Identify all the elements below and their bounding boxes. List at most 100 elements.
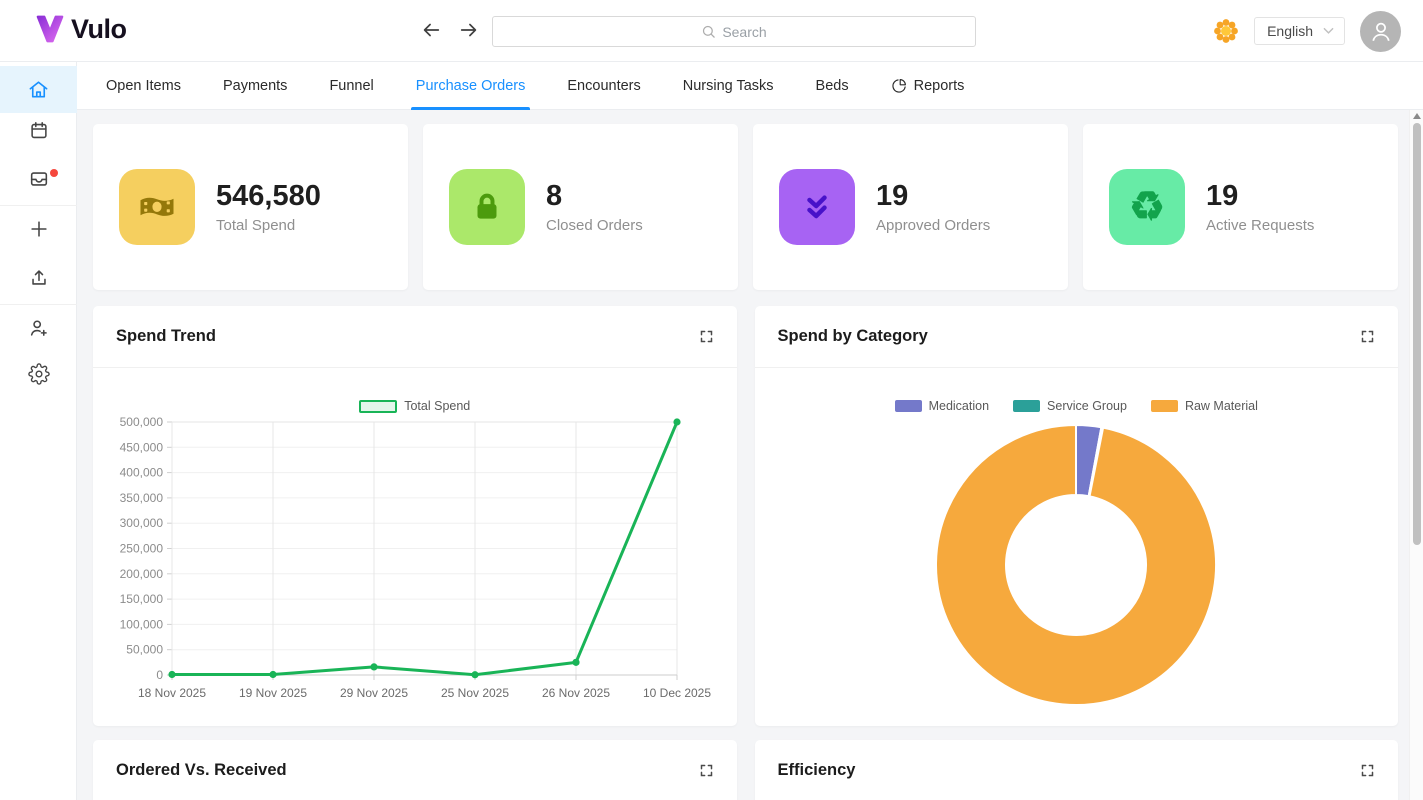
- svg-text:350,000: 350,000: [120, 491, 164, 505]
- app-name: Vulo: [71, 14, 127, 45]
- logo-v-icon: [34, 13, 66, 45]
- legend-swatch: [359, 400, 397, 413]
- expand-icon[interactable]: [1360, 329, 1375, 344]
- spend-by-category-donut-chart: [755, 414, 1397, 716]
- sidebar-divider: [0, 205, 77, 206]
- expand-icon[interactable]: [1360, 763, 1375, 778]
- legend-label: Raw Material: [1185, 399, 1258, 413]
- sidebar-item-inbox[interactable]: [0, 157, 77, 201]
- stat-label: Active Requests: [1206, 217, 1314, 234]
- forward-arrow-button[interactable]: [458, 19, 480, 41]
- svg-text:100,000: 100,000: [120, 617, 164, 631]
- main-content: 546,580 Total Spend 8 Closed Orders: [77, 110, 1423, 800]
- inbox-icon: [28, 168, 50, 190]
- stat-label: Total Spend: [216, 217, 321, 234]
- plus-icon: [28, 218, 50, 240]
- recycle-icon: ♻: [1109, 169, 1185, 245]
- svg-text:0: 0: [156, 668, 163, 682]
- svg-text:300,000: 300,000: [120, 516, 164, 530]
- vertical-scrollbar[interactable]: [1409, 110, 1423, 800]
- legend-item[interactable]: Service Group: [1013, 399, 1127, 413]
- svg-text:50,000: 50,000: [126, 643, 163, 657]
- legend-label: Total Spend: [404, 399, 470, 413]
- panel-title: Efficiency: [778, 761, 856, 780]
- sidebar-item-settings[interactable]: [0, 352, 77, 396]
- ordered-vs-received-panel: Ordered Vs. Received: [93, 740, 737, 800]
- tab-beds[interactable]: Beds: [795, 62, 870, 109]
- svg-text:10 Dec 2025: 10 Dec 2025: [643, 686, 711, 700]
- panel-title: Spend by Category: [778, 327, 928, 346]
- svg-text:400,000: 400,000: [120, 466, 164, 480]
- svg-text:500,000: 500,000: [120, 415, 164, 429]
- scrollbar-thumb[interactable]: [1413, 123, 1421, 545]
- user-avatar[interactable]: [1360, 11, 1401, 52]
- tab-purchase-orders[interactable]: Purchase Orders: [395, 62, 547, 109]
- back-arrow-button[interactable]: [420, 19, 442, 41]
- expand-icon[interactable]: [699, 329, 714, 344]
- search-input[interactable]: [492, 16, 976, 47]
- spend-by-category-panel: Spend by Category Medication Service Grou…: [755, 306, 1399, 726]
- lock-icon: [449, 169, 525, 245]
- legend-item[interactable]: Total Spend: [359, 399, 470, 413]
- stat-value: 19: [876, 180, 990, 213]
- svg-text:18 Nov 2025: 18 Nov 2025: [138, 686, 206, 700]
- tab-bar: Open Items Payments Funnel Purchase Orde…: [77, 62, 1423, 110]
- home-icon: [27, 78, 50, 101]
- stat-cards-row: 546,580 Total Spend 8 Closed Orders: [93, 124, 1398, 290]
- legend-item[interactable]: Raw Material: [1151, 399, 1258, 413]
- sidebar-item-add-user[interactable]: [0, 306, 77, 350]
- legend-label: Service Group: [1047, 399, 1127, 413]
- tab-funnel[interactable]: Funnel: [308, 62, 394, 109]
- sidebar-item-add[interactable]: [0, 207, 77, 251]
- legend-swatch: [895, 400, 922, 412]
- tab-nursing-tasks[interactable]: Nursing Tasks: [662, 62, 795, 109]
- unread-badge: [50, 169, 58, 177]
- legend-swatch: [1151, 400, 1178, 412]
- sidebar-item-calendar[interactable]: [0, 109, 77, 153]
- stat-value: 8: [546, 180, 643, 213]
- upload-icon: [28, 267, 50, 289]
- stat-card-active-requests: ♻ 19 Active Requests: [1083, 124, 1398, 290]
- tab-reports[interactable]: Reports: [870, 62, 986, 109]
- efficiency-panel: Efficiency: [755, 740, 1399, 800]
- language-selector[interactable]: English: [1254, 17, 1345, 45]
- pie-chart-legend: Medication Service Group Raw Material: [755, 398, 1399, 414]
- legend-swatch: [1013, 400, 1040, 412]
- app-logo[interactable]: Vulo: [34, 13, 127, 45]
- svg-text:29 Nov 2025: 29 Nov 2025: [340, 686, 408, 700]
- svg-text:450,000: 450,000: [120, 440, 164, 454]
- stat-card-total-spend: 546,580 Total Spend: [93, 124, 408, 290]
- svg-text:250,000: 250,000: [120, 542, 164, 556]
- theme-flower-icon[interactable]: [1213, 18, 1239, 44]
- search-bar: Search: [492, 16, 976, 47]
- spend-trend-panel: Spend Trend Total Spend 0 50,000 100,000 15…: [93, 306, 737, 726]
- svg-text:200,000: 200,000: [120, 567, 164, 581]
- panel-title: Spend Trend: [116, 327, 216, 346]
- stat-label: Closed Orders: [546, 217, 643, 234]
- stat-label: Approved Orders: [876, 217, 990, 234]
- stat-value: 19: [1206, 180, 1314, 213]
- stat-value: 546,580: [216, 180, 321, 213]
- chevron-down-icon: [1323, 27, 1334, 35]
- expand-icon[interactable]: [699, 763, 714, 778]
- svg-text:150,000: 150,000: [120, 592, 164, 606]
- legend-item[interactable]: Medication: [895, 399, 989, 413]
- app-header: Vulo Search English: [0, 0, 1423, 62]
- double-check-icon: [779, 169, 855, 245]
- svg-text:25 Nov 2025: 25 Nov 2025: [441, 686, 509, 700]
- spend-trend-line-chart: 0 50,000 100,000 150,000 200,000 250,000 300,0…: [93, 414, 737, 706]
- pie-chart-icon: [891, 78, 907, 94]
- calendar-icon: [28, 120, 50, 142]
- language-value: English: [1267, 23, 1313, 39]
- legend-label: Medication: [929, 399, 989, 413]
- banknote-icon: [119, 169, 195, 245]
- sidebar: [0, 62, 77, 800]
- sidebar-item-home[interactable]: [0, 66, 77, 113]
- sidebar-item-upload[interactable]: [0, 256, 77, 300]
- line-chart-legend: Total Spend: [93, 398, 737, 414]
- tab-encounters[interactable]: Encounters: [546, 62, 661, 109]
- scroll-up-arrow[interactable]: [1413, 113, 1421, 119]
- add-user-icon: [28, 317, 50, 339]
- tab-open-items[interactable]: Open Items: [85, 62, 202, 109]
- tab-payments[interactable]: Payments: [202, 62, 308, 109]
